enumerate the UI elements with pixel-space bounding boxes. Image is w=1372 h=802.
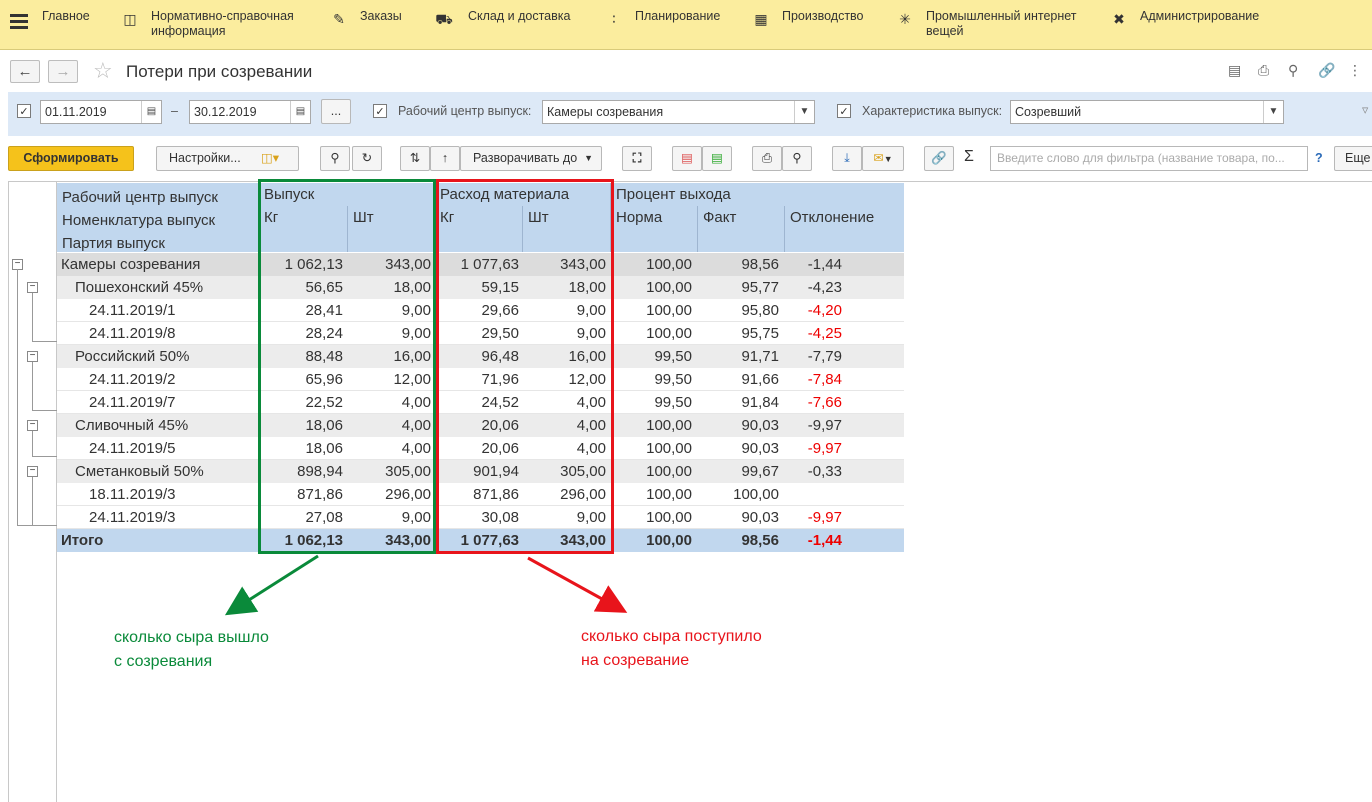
collapse-toggle-icon[interactable]: − <box>27 351 38 362</box>
green-annotation-line1: сколько сыра вышло <box>114 629 269 646</box>
collapse-toggle-icon[interactable]: − <box>27 282 38 293</box>
tree-connector <box>32 293 33 341</box>
tree-connector <box>32 431 33 456</box>
green-annotation-line2: с созревания <box>114 653 213 670</box>
collapse-toggle-icon[interactable]: − <box>27 466 38 477</box>
collapse-toggle-icon[interactable]: − <box>27 420 38 431</box>
green-annotation: сколько сыра вышло с созревания <box>114 626 269 674</box>
red-annotation: сколько сыра поступило на созревание <box>581 625 762 673</box>
tree-connector <box>17 269 18 525</box>
tree-connector <box>32 410 57 411</box>
red-arrow <box>527 556 628 613</box>
annotation-arrows <box>224 554 628 616</box>
red-annotation-line2: на созревание <box>581 652 690 669</box>
green-arrow <box>224 554 319 616</box>
tree-connector <box>32 525 57 526</box>
tree-connector <box>32 341 57 342</box>
tree-connector <box>32 477 33 525</box>
red-annotation-line1: сколько сыра поступило <box>581 628 762 645</box>
tree-connector <box>32 456 57 457</box>
tree-connector <box>32 362 33 410</box>
